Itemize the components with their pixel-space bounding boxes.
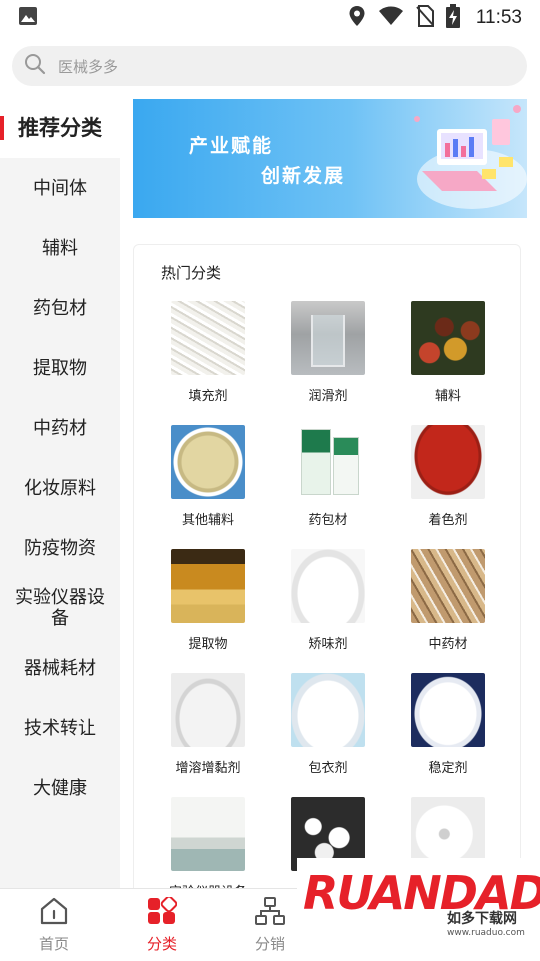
sidebar-item-herbs[interactable]: 中药材	[0, 398, 120, 458]
white-powder-icon	[291, 549, 365, 623]
category-label: 包衣剂	[308, 761, 348, 776]
category-sidebar: 推荐分类 中间体 辅料 药包材 提取物 中药材 化妆原料 防疫物资 实验仪器设备…	[0, 98, 120, 888]
hot-categories-title: 热门分类	[161, 264, 222, 282]
battery-charging-icon	[445, 4, 460, 32]
watermark-subtitle: 如多下载网	[447, 911, 517, 927]
red-pigment-icon	[411, 425, 485, 499]
nav-distribution-label: 分销	[254, 934, 285, 953]
liquid-beaker-icon	[291, 301, 365, 375]
category-stabilizer[interactable]: 稳定剂	[388, 673, 508, 797]
white-powder-blue-icon	[411, 673, 485, 747]
category-filler[interactable]: 填充剂	[148, 301, 268, 425]
powder-dish-icon	[171, 425, 245, 499]
category-extracts[interactable]: 提取物	[148, 549, 268, 673]
sidebar-item-extracts[interactable]: 提取物	[0, 338, 120, 398]
banner-illustration-icon	[414, 105, 527, 209]
jars-icon	[171, 549, 245, 623]
sidebar-item-intermediates[interactable]: 中间体	[0, 158, 120, 218]
sidebar-item-label: 技术转让	[24, 717, 96, 739]
sidebar-item-lab[interactable]: 实验仪器设备	[0, 578, 120, 638]
white-granules-icon	[171, 673, 245, 747]
category-label: 辅料	[434, 389, 461, 404]
category-label: 润滑剂	[308, 389, 348, 404]
category-label: 增溶增黏剂	[175, 761, 241, 776]
medicine-box-icon	[291, 425, 365, 499]
category-herbs[interactable]: 中药材	[388, 549, 508, 673]
sidebar-item-label: 中药材	[33, 417, 87, 439]
sidebar-item-label: 提取物	[33, 357, 87, 379]
nav-home-label: 首页	[38, 934, 69, 953]
sidebar-item-label: 化妆原料	[24, 477, 96, 499]
category-icon	[147, 895, 178, 929]
colored-powders-icon	[411, 301, 485, 375]
banner-line2: 创新发展	[261, 165, 346, 187]
rice-granules-icon	[171, 301, 245, 375]
nav-home[interactable]: 首页	[0, 889, 108, 961]
status-time: 11:53	[475, 7, 522, 28]
category-solubilizer[interactable]: 增溶增黏剂	[148, 673, 268, 797]
status-bar: 11:53	[0, 0, 540, 36]
sidebar-item-recommended[interactable]: 推荐分类	[0, 98, 120, 158]
category-label: 中药材	[428, 637, 468, 652]
search-input[interactable]: 医械多多	[12, 46, 527, 86]
category-excipients[interactable]: 辅料	[388, 301, 508, 425]
hot-categories-grid: 填充剂 润滑剂 辅料 其他辅料 药包材 着色剂 提取物 矫味剂 中药材 增溶增黏…	[134, 301, 522, 921]
search-placeholder: 医械多多	[58, 57, 119, 76]
white-powder-pile-icon	[291, 673, 365, 747]
home-icon	[39, 897, 69, 929]
sidebar-item-label: 辅料	[42, 237, 78, 259]
search-icon	[24, 53, 46, 79]
location-icon	[348, 5, 366, 31]
category-label: 提取物	[188, 637, 228, 652]
sidebar-item-cosmetics[interactable]: 化妆原料	[0, 458, 120, 518]
nav-category[interactable]: 分类	[108, 889, 216, 961]
lab-room-icon	[171, 797, 245, 871]
sidebar-item-excipients[interactable]: 辅料	[0, 218, 120, 278]
no-sim-icon	[416, 5, 434, 31]
wifi-icon	[378, 6, 404, 30]
category-label: 填充剂	[188, 389, 228, 404]
category-flavoring[interactable]: 矫味剂	[268, 549, 388, 673]
herb-roots-icon	[411, 549, 485, 623]
sidebar-item-tech[interactable]: 技术转让	[0, 698, 120, 758]
banner-line1: 产业赋能	[189, 135, 274, 157]
sidebar-item-label: 器械耗材	[24, 657, 96, 679]
watermark-url: www.ruaduo.com	[447, 928, 525, 938]
gallery-notification-icon	[18, 7, 38, 30]
sidebar-item-devices[interactable]: 器械耗材	[0, 638, 120, 698]
nav-category-label: 分类	[146, 934, 177, 953]
promo-banner[interactable]: 产业赋能 创新发展	[133, 99, 527, 218]
category-coating[interactable]: 包衣剂	[268, 673, 388, 797]
category-label: 着色剂	[428, 513, 468, 528]
sidebar-item-health[interactable]: 大健康	[0, 758, 120, 818]
sidebar-item-label: 实验仪器设备	[15, 587, 105, 629]
category-label: 其他辅料	[181, 513, 234, 528]
sidebar-item-epidemic[interactable]: 防疫物资	[0, 518, 120, 578]
sidebar-item-label: 大健康	[33, 777, 87, 799]
category-other-excipients[interactable]: 其他辅料	[148, 425, 268, 549]
sidebar-item-label: 中间体	[33, 177, 87, 199]
category-label: 稳定剂	[428, 761, 468, 776]
sidebar-item-packaging[interactable]: 药包材	[0, 278, 120, 338]
sidebar-item-label: 推荐分类	[18, 115, 102, 140]
sidebar-item-label: 药包材	[33, 297, 87, 319]
sidebar-item-label: 防疫物资	[24, 537, 96, 559]
hot-categories-panel: 热门分类 填充剂 润滑剂 辅料 其他辅料 药包材 着色剂 提取物 矫味剂 中药材…	[133, 244, 521, 900]
category-label: 矫味剂	[308, 637, 348, 652]
site-watermark: RUANDADO 如多下载网 www.ruaduo.com	[297, 858, 540, 960]
category-label: 药包材	[308, 513, 348, 528]
category-lubricant[interactable]: 润滑剂	[268, 301, 388, 425]
category-packaging[interactable]: 药包材	[268, 425, 388, 549]
category-colorant[interactable]: 着色剂	[388, 425, 508, 549]
network-icon	[255, 896, 285, 929]
